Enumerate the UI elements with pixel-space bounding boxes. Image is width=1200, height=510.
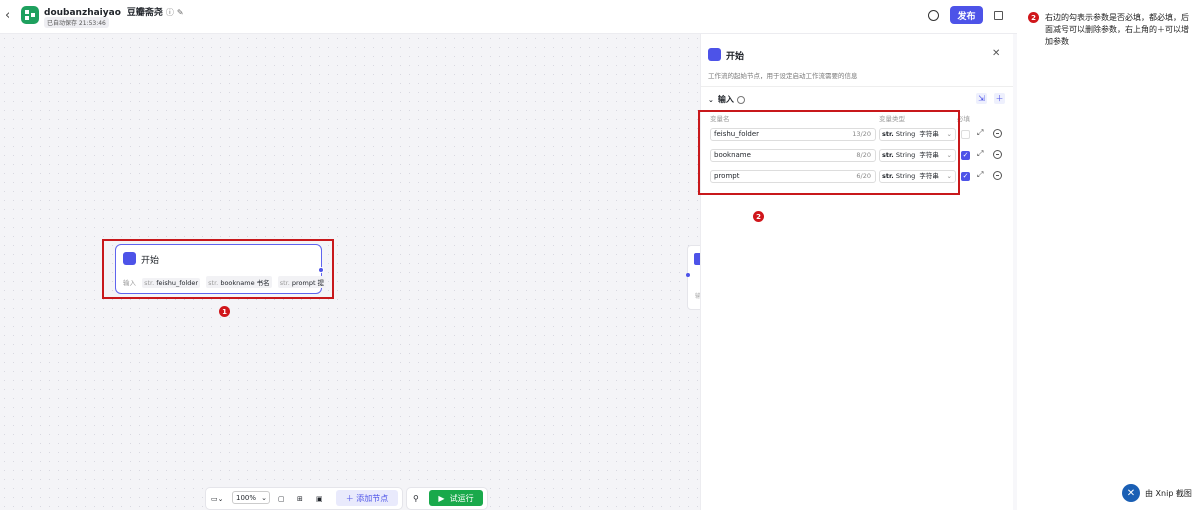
- remove-param-icon[interactable]: [993, 171, 1002, 180]
- chevron-down-icon[interactable]: ⌄: [708, 96, 714, 104]
- run-toolbar: ⚲ ▶ 试运行: [406, 487, 488, 510]
- remove-param-icon[interactable]: [993, 150, 1002, 159]
- chevron-down-icon: ⌄: [261, 494, 267, 502]
- back-icon[interactable]: ‹: [5, 8, 10, 23]
- xnip-logo-icon: ✕: [1122, 484, 1140, 502]
- annotation-box-1: [102, 239, 334, 299]
- canvas-toolbar: ▭⌄ 100% ⌄ ▢ ⊞ ▣ ＋ 添加节点: [205, 487, 403, 510]
- expand-icon[interactable]: ⤢: [977, 149, 983, 159]
- history-icon[interactable]: [928, 10, 939, 21]
- add-node-button[interactable]: ＋ 添加节点: [336, 490, 398, 506]
- expand-icon[interactable]: ⤢: [977, 128, 983, 138]
- layout-icon[interactable]: ⊞: [297, 492, 303, 505]
- app-subtitle: 豆瓣斋尧: [126, 8, 163, 18]
- close-icon[interactable]: ✕: [992, 48, 1000, 59]
- annotation-box-2: [698, 110, 960, 195]
- import-icon[interactable]: ⇲: [976, 93, 987, 104]
- app-logo: [21, 6, 39, 24]
- top-bar: ‹ doubanzhaiyao 豆瓣斋尧 ⓘ ✎ 已自动保存 21:53:46 发布: [0, 0, 1017, 34]
- test-run-label: 试运行: [449, 493, 474, 503]
- debug-icon[interactable]: ⚲: [413, 492, 419, 505]
- comment-icon[interactable]: ▢: [278, 492, 285, 505]
- input-section-label: 输入: [717, 95, 734, 104]
- publish-button[interactable]: 发布: [950, 6, 983, 24]
- annotation-note-badge: 2: [1028, 12, 1039, 23]
- remove-param-icon[interactable]: [993, 129, 1002, 138]
- annotation-note: 右边的勾表示参数是否必填，都必填，后面减号可以删除参数，右上角的＋可以增加参数: [1045, 13, 1189, 46]
- minimap-icon[interactable]: ▭⌄: [211, 492, 223, 505]
- annotation-badge-1: 1: [219, 306, 230, 317]
- next-node-port: [686, 273, 690, 277]
- required-checkbox[interactable]: [961, 130, 970, 139]
- info-icon[interactable]: [736, 95, 745, 104]
- image-icon[interactable]: ▣: [316, 492, 323, 505]
- zoom-value: 100%: [236, 494, 257, 502]
- add-param-button[interactable]: ＋: [994, 93, 1005, 104]
- annotation-badge-2: 2: [753, 211, 764, 222]
- panel-description: 工作流的起始节点，用于设定启动工作流需要的信息: [708, 72, 858, 80]
- required-checkbox[interactable]: ✓: [961, 151, 970, 160]
- play-icon: ▶: [438, 493, 450, 503]
- required-checkbox[interactable]: ✓: [961, 172, 970, 181]
- start-node-icon: [708, 48, 721, 61]
- divider: [701, 86, 1013, 87]
- add-node-label: 添加节点: [356, 493, 389, 503]
- watermark-text: 由 Xnip 截图: [1145, 488, 1192, 498]
- test-run-button[interactable]: ▶ 试运行: [429, 490, 483, 506]
- input-section-header[interactable]: ⌄ 输入: [708, 94, 745, 105]
- expand-icon[interactable]: ⤢: [977, 170, 983, 180]
- node-config-panel: 开始 ✕ 工作流的起始节点，用于设定启动工作流需要的信息 ⌄ 输入 ⇲ ＋ 变量名…: [700, 34, 1013, 510]
- xnip-watermark: ✕ 由 Xnip 截图: [1122, 484, 1192, 502]
- panel-title: 开始: [726, 52, 745, 62]
- edit-icon[interactable]: ✎: [177, 8, 184, 17]
- zoom-select[interactable]: 100% ⌄: [232, 491, 270, 504]
- workflow-app: ‹ doubanzhaiyao 豆瓣斋尧 ⓘ ✎ 已自动保存 21:53:46 发布 …: [0, 0, 1017, 510]
- copy-icon[interactable]: [994, 11, 1003, 20]
- plus-icon: ＋: [345, 493, 357, 503]
- autosave-status: 已自动保存 21:53:46: [44, 17, 109, 28]
- info-icon[interactable]: ⓘ: [166, 8, 174, 17]
